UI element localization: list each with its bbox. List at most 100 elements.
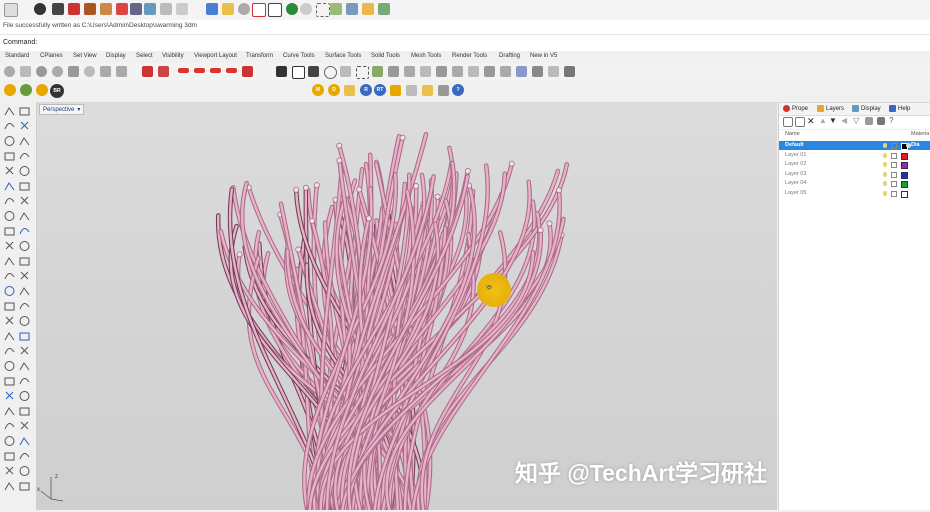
chevron-down-icon[interactable]: ▾ bbox=[77, 106, 80, 113]
perspective-viewport[interactable]: Perspective ▾ ls z x 知乎 @TechArt学习研社 bbox=[37, 103, 777, 510]
lock-icon[interactable] bbox=[210, 68, 221, 73]
tab-render-tools[interactable]: Render Tools bbox=[452, 53, 487, 59]
viewport-title-tab[interactable]: Perspective ▾ bbox=[39, 104, 85, 115]
layer-row[interactable]: Layer 03 bbox=[779, 170, 930, 179]
lightbulb-icon[interactable] bbox=[883, 171, 887, 177]
properties-icon[interactable] bbox=[242, 66, 253, 77]
cage-icon[interactable] bbox=[484, 66, 495, 77]
zoom-icon[interactable] bbox=[52, 66, 63, 77]
point-icon[interactable] bbox=[340, 66, 351, 77]
zoom-extents-icon[interactable] bbox=[84, 66, 95, 77]
cut-icon[interactable] bbox=[84, 3, 96, 15]
walk-icon[interactable] bbox=[532, 66, 543, 77]
taper-icon[interactable] bbox=[452, 66, 463, 77]
grasshopper-icon[interactable] bbox=[20, 84, 32, 96]
curve-icon[interactable] bbox=[388, 66, 399, 77]
tab-select[interactable]: Select bbox=[136, 53, 153, 59]
print-icon[interactable] bbox=[68, 3, 80, 15]
tab-visibility[interactable]: Visibility bbox=[162, 53, 184, 59]
lightbulb-icon[interactable] bbox=[883, 143, 887, 148]
tab-viewport-layout[interactable]: Viewport Layout bbox=[194, 53, 237, 59]
move-down-icon[interactable]: ▼ bbox=[829, 117, 837, 125]
flow-icon[interactable] bbox=[436, 66, 447, 77]
layer-row[interactable]: Layer 02 bbox=[779, 160, 930, 169]
d-plugin-icon[interactable]: D bbox=[328, 84, 340, 96]
gear-icon[interactable] bbox=[238, 3, 250, 15]
tab-display[interactable]: Display bbox=[852, 105, 881, 112]
br-icon[interactable]: BR bbox=[50, 84, 64, 98]
window-select-icon[interactable] bbox=[222, 3, 234, 15]
copy-icon[interactable] bbox=[100, 3, 112, 15]
layer-color-swatch[interactable] bbox=[901, 171, 908, 179]
layer-color-swatch[interactable] bbox=[901, 152, 908, 160]
tab-standard[interactable]: Standard bbox=[5, 53, 29, 59]
cursor-icon[interactable] bbox=[356, 66, 369, 79]
frame-icon[interactable] bbox=[316, 3, 330, 17]
tab-mesh-tools[interactable]: Mesh Tools bbox=[411, 53, 441, 59]
move-up-icon[interactable]: ▲ bbox=[819, 117, 827, 125]
move-icon[interactable] bbox=[20, 66, 31, 77]
lock-icon[interactable] bbox=[891, 171, 897, 178]
export-icon[interactable] bbox=[330, 3, 342, 15]
tab-set-view[interactable]: Set View bbox=[73, 53, 97, 59]
undo-icon[interactable] bbox=[130, 3, 142, 15]
r-plugin-icon[interactable]: R bbox=[360, 84, 372, 96]
select-all-icon[interactable] bbox=[142, 66, 153, 77]
zoom-window-icon[interactable] bbox=[68, 66, 79, 77]
sphere-icon[interactable] bbox=[300, 3, 312, 15]
tab-solid-tools[interactable]: Solid Tools bbox=[371, 53, 400, 59]
folder-icon[interactable] bbox=[362, 3, 374, 15]
figure-icon[interactable] bbox=[564, 66, 575, 77]
environment-icon[interactable] bbox=[422, 85, 433, 96]
save-icon[interactable] bbox=[52, 3, 64, 15]
layer-row[interactable]: Layer 05 bbox=[779, 189, 930, 198]
filter-funnel-icon[interactable] bbox=[865, 117, 873, 125]
new-file-icon[interactable] bbox=[4, 3, 18, 17]
walk-end-icon[interactable] bbox=[548, 66, 559, 77]
bend-icon[interactable] bbox=[404, 66, 415, 77]
render-icon[interactable] bbox=[286, 3, 298, 15]
paste-icon[interactable] bbox=[116, 3, 128, 15]
tab-new-in-v5[interactable]: New in V5 bbox=[530, 53, 557, 59]
undo-view-icon[interactable] bbox=[100, 66, 111, 77]
lightbulb-icon[interactable] bbox=[883, 152, 887, 158]
four-view-icon[interactable] bbox=[292, 66, 305, 79]
light-icon[interactable] bbox=[390, 85, 401, 96]
split-view-icon[interactable] bbox=[268, 3, 282, 17]
stretch-icon[interactable] bbox=[468, 66, 479, 77]
redo-view-icon[interactable] bbox=[116, 66, 127, 77]
lock-icon[interactable] bbox=[891, 190, 897, 197]
image-icon[interactable] bbox=[378, 3, 390, 15]
open-icon[interactable] bbox=[34, 3, 46, 15]
tab-drafting[interactable]: Drafting bbox=[499, 53, 520, 59]
lightbulb-icon[interactable] bbox=[883, 190, 887, 196]
pan-icon[interactable] bbox=[4, 66, 15, 77]
smooth-icon[interactable] bbox=[500, 66, 511, 77]
lock-icon[interactable] bbox=[891, 162, 897, 168]
delete-icon[interactable]: ✕ bbox=[807, 117, 815, 126]
name-column-header[interactable]: Name bbox=[785, 131, 800, 137]
box-icon[interactable] bbox=[144, 3, 156, 15]
circle-icon[interactable] bbox=[324, 66, 337, 79]
import-icon[interactable] bbox=[346, 3, 358, 15]
arc-icon[interactable] bbox=[160, 3, 172, 15]
layer-row[interactable]: Default Dia bbox=[779, 141, 930, 150]
move-parent-icon[interactable]: ◀ bbox=[841, 117, 849, 125]
texture-icon[interactable] bbox=[438, 85, 449, 96]
maximize-view-icon[interactable] bbox=[308, 66, 319, 77]
lock-icon[interactable] bbox=[891, 143, 897, 149]
new-layer-icon[interactable] bbox=[783, 117, 793, 127]
lock-icon[interactable] bbox=[891, 181, 897, 187]
sun-icon[interactable] bbox=[4, 84, 16, 96]
material-icon[interactable] bbox=[406, 85, 417, 96]
unlock-icon[interactable] bbox=[226, 68, 237, 73]
new-sublayer-icon[interactable] bbox=[795, 117, 805, 127]
grid-icon[interactable] bbox=[252, 3, 266, 17]
layer-color-swatch[interactable] bbox=[901, 190, 908, 198]
tab-surface-tools[interactable]: Surface Tools bbox=[325, 53, 361, 59]
layer-row[interactable]: Layer 04 bbox=[779, 179, 930, 188]
tab-display[interactable]: Display bbox=[106, 53, 126, 59]
material-column-header[interactable]: Materia bbox=[911, 131, 929, 137]
camera-icon[interactable] bbox=[276, 66, 287, 77]
lock-icon[interactable] bbox=[891, 152, 897, 159]
